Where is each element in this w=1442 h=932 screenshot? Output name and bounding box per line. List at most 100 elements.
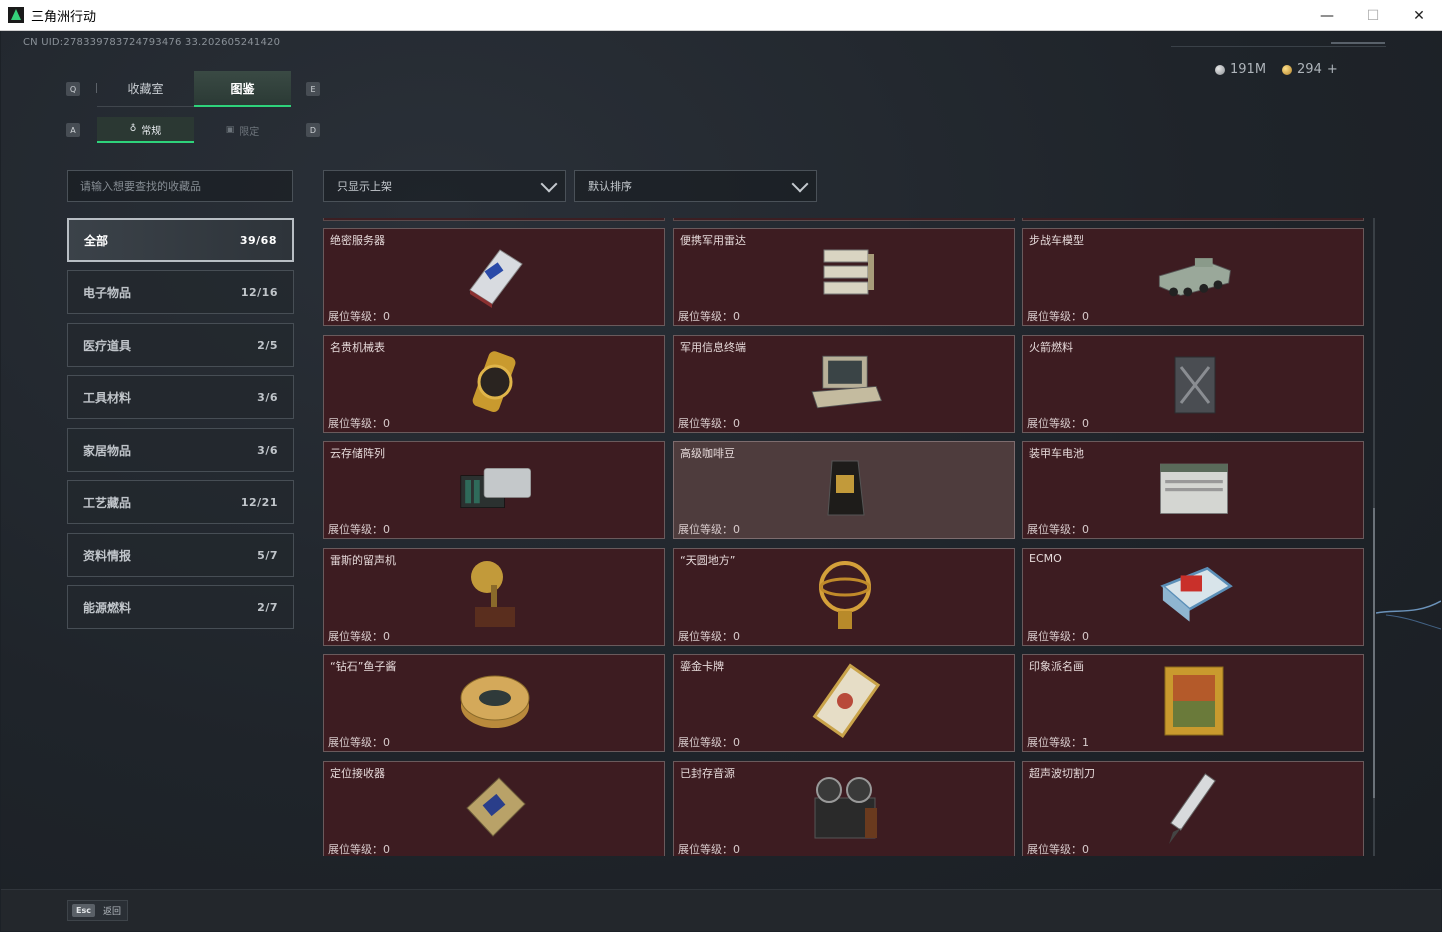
currency-silver: 191M	[1215, 62, 1266, 77]
add-currency-button[interactable]: +	[1327, 62, 1338, 77]
category-count: 3/6	[257, 443, 278, 457]
close-button[interactable]: ✕	[1396, 0, 1442, 31]
search-input[interactable]	[67, 170, 293, 202]
subtab-limited-label: 限定	[239, 126, 260, 138]
level-prefix: 展位等级：	[1027, 843, 1082, 856]
image-icon: ▣	[225, 125, 235, 135]
item-display-level: 展位等级：0	[1027, 308, 1089, 324]
collection-card[interactable]: “天圆地方” 展位等级：0	[673, 548, 1015, 646]
sort-value: 默认排序	[588, 180, 632, 193]
header-divider	[1171, 46, 1386, 47]
category-label: 家居物品	[83, 443, 132, 458]
collection-card[interactable]: 雷斯的留声机 展位等级：0	[323, 548, 665, 646]
collection-card[interactable]: 步战车模型 展位等级：0	[1022, 228, 1364, 326]
subtab-regular[interactable]: ♁ 常规	[97, 117, 194, 143]
level-value: 0	[383, 523, 390, 536]
level-value: 0	[1082, 630, 1089, 643]
category-item[interactable]: 电子物品 12/16	[67, 270, 294, 314]
currency-bar: 191M 294 +	[1215, 62, 1338, 77]
collection-card[interactable]: 云存储阵列 展位等级：0	[323, 441, 665, 539]
game-area: CN UID:278339783724793476 33.20260524142…	[1, 31, 1441, 931]
collection-card[interactable]: “钻石”鱼子酱 展位等级：0	[323, 654, 665, 752]
category-item[interactable]: 医疗道具 2/5	[67, 323, 294, 367]
minimize-button[interactable]: —	[1304, 0, 1350, 31]
category-item[interactable]: 工具材料 3/6	[67, 375, 294, 419]
category-label: 医疗道具	[83, 338, 132, 353]
item-name: 印象派名画	[1029, 660, 1084, 673]
battery-icon	[1154, 452, 1234, 524]
item-name: 便携军用雷达	[680, 234, 746, 247]
level-prefix: 展位等级：	[1027, 523, 1082, 536]
currency-gold: 294 +	[1282, 62, 1338, 77]
category-count: 2/5	[257, 338, 278, 352]
storage-array-icon	[455, 452, 535, 524]
item-display-level: 展位等级：0	[328, 841, 390, 856]
collection-card[interactable]: 超声波切割刀 展位等级：0	[1022, 761, 1364, 856]
key-hint-q: Q	[66, 82, 80, 96]
item-name: 装甲车电池	[1029, 447, 1084, 460]
level-value: 0	[733, 417, 740, 430]
item-display-level: 展位等级：0	[678, 734, 740, 750]
level-prefix: 展位等级：	[678, 523, 733, 536]
collection-card[interactable]: 火箭燃料 展位等级：0	[1022, 335, 1364, 433]
collection-card[interactable]: 名贵机械表 展位等级：0	[323, 335, 665, 433]
item-name: 军用信息终端	[680, 341, 746, 354]
item-display-level: 展位等级：0	[1027, 521, 1089, 537]
sort-dropdown[interactable]: 默认排序	[574, 170, 817, 202]
item-display-level: 展位等级：0	[678, 628, 740, 644]
level-prefix: 展位等级：	[328, 417, 383, 430]
maximize-button[interactable]: ☐	[1350, 0, 1396, 31]
level-value: 0	[733, 523, 740, 536]
level-prefix: 展位等级：	[328, 843, 383, 856]
category-item[interactable]: 资料情报 5/7	[67, 533, 294, 577]
category-item[interactable]: 能源燃料 2/7	[67, 585, 294, 629]
collection-card[interactable]: 已封存音源 展位等级：0	[673, 761, 1015, 856]
level-prefix: 展位等级：	[328, 736, 383, 749]
tab-catalog[interactable]: 图鉴	[194, 71, 291, 107]
category-item[interactable]: 工艺藏品 12/21	[67, 480, 294, 524]
chevron-down-icon	[791, 175, 809, 193]
ecmo-icon	[1154, 559, 1234, 631]
item-display-level: 展位等级：0	[1027, 841, 1089, 856]
subtab-limited[interactable]: ▣ 限定	[194, 117, 291, 143]
collection-card[interactable]: 军用信息终端 展位等级：0	[673, 335, 1015, 433]
flask-icon: ♁	[129, 124, 137, 134]
collection-card[interactable]: 绝密服务器 展位等级：0	[323, 228, 665, 326]
collection-card[interactable]: 印象派名画 展位等级：1	[1022, 654, 1364, 752]
level-value: 0	[733, 630, 740, 643]
collection-card[interactable]: ECMO 展位等级：0	[1022, 548, 1364, 646]
collection-card[interactable]: 鎏金卡牌展位等级：0	[673, 654, 1015, 752]
item-display-level: 展位等级：0	[328, 628, 390, 644]
shelf-filter-dropdown[interactable]: 只显示上架	[323, 170, 566, 202]
level-value: 0	[383, 417, 390, 430]
level-prefix: 展位等级：	[1027, 630, 1082, 643]
item-name: 鎏金卡牌	[680, 660, 724, 673]
collection-card[interactable]: 定位接收器 展位等级：0	[323, 761, 665, 856]
tab-collection-room[interactable]: 收藏室	[97, 71, 194, 107]
collection-card[interactable]: 便携军用雷达 展位等级：0	[673, 228, 1015, 326]
category-item[interactable]: 家居物品 3/6	[67, 428, 294, 472]
level-prefix: 展位等级：	[1027, 736, 1082, 749]
item-name: 火箭燃料	[1029, 341, 1073, 354]
app-logo-icon	[8, 7, 24, 23]
category-label: 电子物品	[83, 285, 132, 300]
grid-scrollbar[interactable]	[1373, 218, 1375, 856]
scrollbar-thumb[interactable]	[1373, 508, 1375, 798]
level-value: 0	[733, 843, 740, 856]
item-display-level: 展位等级：0	[328, 521, 390, 537]
level-value: 0	[1082, 417, 1089, 430]
currency-silver-value: 191M	[1230, 62, 1267, 77]
gps-receiver-icon	[455, 772, 535, 844]
category-count: 39/68	[239, 233, 277, 247]
terminal-icon	[805, 346, 885, 418]
watch-icon	[455, 346, 535, 418]
window-titlebar: 三角洲行动 — ☐ ✕	[0, 0, 1442, 31]
window-title: 三角洲行动	[31, 9, 97, 25]
collection-card[interactable]: 装甲车电池展位等级：0	[1022, 441, 1364, 539]
ifv-model-icon	[1154, 239, 1234, 311]
light-streak-decoration	[1376, 600, 1441, 630]
category-label: 工具材料	[83, 390, 132, 405]
collection-card[interactable]: 高级咖啡豆 展位等级：0	[673, 441, 1015, 539]
category-item[interactable]: 全部 39/68	[67, 218, 294, 262]
back-button[interactable]: Esc 返回	[67, 900, 128, 921]
